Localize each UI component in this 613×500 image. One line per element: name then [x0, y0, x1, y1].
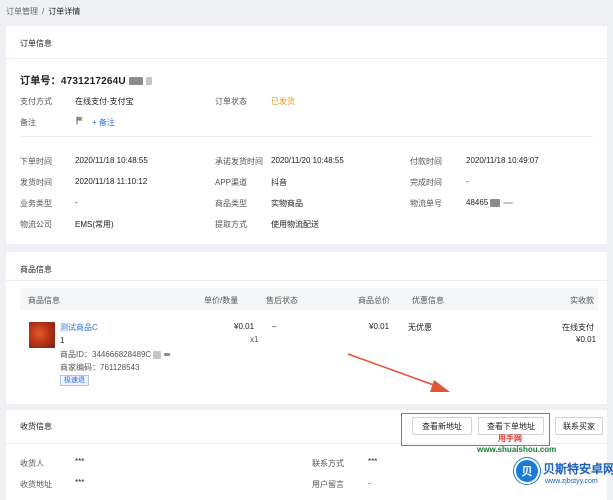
tracking-no: 48465	[466, 198, 513, 207]
product-id: 商品ID：344666828489C	[60, 349, 170, 360]
fast-refund-tag: 极速退	[60, 375, 89, 386]
watermark-url: www.shuaishou.com	[477, 445, 557, 454]
product-qty-line: 1	[60, 336, 65, 345]
product-total: ¥0.01	[369, 322, 390, 331]
payment-method-label: 支付方式	[20, 97, 52, 106]
divider	[6, 58, 607, 59]
order-info-title: 订单信息	[20, 39, 52, 48]
masked-digits	[490, 198, 501, 207]
divider	[6, 280, 607, 281]
annotation-highlight-box	[401, 413, 550, 446]
receiver-value: ***	[75, 457, 85, 466]
receive-info-title: 收货信息	[20, 422, 52, 431]
pickup-label: 提取方式	[215, 220, 247, 229]
col-after-sale: 售后状态	[266, 296, 298, 305]
goods-type-label: 商品类型	[215, 199, 247, 208]
finish-time-label: 完成时间	[410, 178, 442, 187]
order-info-card: 订单信息 订单号：4731217264U 支付方式 在线支付-支付宝 订单状态 …	[6, 26, 607, 244]
order-number-value: 4731217264U	[60, 76, 126, 87]
address-label: 收货地址	[20, 480, 52, 489]
add-remark-link[interactable]: + 备注	[92, 117, 115, 128]
order-number-label: 订单号：	[20, 76, 61, 87]
biz-type-label: 业务类型	[20, 199, 52, 208]
logistics-value: EMS(常用)	[75, 220, 114, 229]
col-total: 商品总价	[358, 296, 390, 305]
discount-info: 无优惠	[408, 323, 432, 332]
payment-method-value: 在线支付-支付宝	[75, 97, 134, 106]
flag-icon[interactable]	[76, 116, 84, 127]
site-logo-url: www.zjbstyy.com	[545, 478, 598, 485]
finish-time-value: -	[466, 177, 469, 186]
quantity: x1	[250, 335, 259, 344]
site-logo-icon: 贝	[514, 458, 540, 484]
app-channel-value: 抖音	[271, 178, 287, 187]
contact-value: ***	[368, 457, 378, 466]
order-status-label: 订单状态	[215, 97, 247, 106]
contact-label: 联系方式	[312, 459, 344, 468]
order-time-value: 2020/11/18 10:48:55	[75, 156, 148, 165]
order-number: 订单号：4731217264U	[20, 72, 152, 87]
product-info-card: 商品信息 商品信息 单价/数量 售后状态 商品总价 优惠信息 实收款 测试商品C…	[6, 252, 607, 404]
order-status-value: 已发货	[271, 97, 295, 106]
remark-label: 备注	[20, 118, 36, 127]
masked-digits	[145, 77, 152, 86]
paid-amount: ¥0.01	[576, 335, 597, 344]
goods-type-value: 实物商品	[271, 199, 303, 208]
address-value: ***	[75, 478, 85, 487]
breadcrumb-parent[interactable]: 订单管理	[6, 6, 38, 17]
masked-digits	[153, 350, 162, 359]
promise-ship-label: 承诺发货时间	[215, 157, 263, 166]
contact-buyer-button[interactable]: 联系买家	[555, 417, 603, 435]
product-table-header: 商品信息 单价/数量 售后状态 商品总价 优惠信息 实收款	[20, 288, 598, 310]
unit-price: ¥0.01	[234, 322, 255, 331]
biz-type-value: -	[75, 198, 78, 207]
masked-digits	[163, 353, 170, 357]
order-time-label: 下单时间	[20, 157, 52, 166]
promise-ship-value: 2020/11/20 10:48:55	[271, 156, 344, 165]
after-sale-status: –	[272, 322, 277, 331]
product-id-value: 商品ID：344666828489C	[60, 350, 152, 359]
ship-time-value: 2020/11/18 11:10:12	[75, 177, 148, 186]
message-value: -	[368, 479, 371, 488]
masked-digits	[502, 201, 513, 204]
watermark-text: 用手网	[498, 434, 522, 443]
pay-time-label: 付款时间	[410, 157, 442, 166]
logistics-label: 物流公司	[20, 220, 52, 229]
col-price-qty: 单价/数量	[204, 296, 239, 305]
product-thumbnail[interactable]	[29, 322, 55, 348]
product-info-title: 商品信息	[20, 265, 52, 274]
col-paid: 实收款	[570, 296, 594, 305]
merchant-code: 商家编码：761128543	[60, 363, 140, 372]
site-logo-title: 贝斯特安卓网	[543, 462, 613, 476]
pay-time-value: 2020/11/18 10:49:07	[466, 156, 539, 165]
breadcrumb-separator: /	[42, 6, 45, 16]
divider	[20, 136, 593, 137]
breadcrumb: 订单管理 / 订单详情	[6, 4, 80, 18]
product-name-link[interactable]: 测试商品C	[60, 322, 98, 333]
tracking-no-value: 48465	[466, 198, 489, 207]
masked-digits	[128, 77, 143, 86]
app-channel-label: APP渠道	[215, 178, 248, 187]
annotation-arrow	[347, 353, 450, 392]
tracking-no-label: 物流单号	[410, 199, 442, 208]
col-discount: 优惠信息	[412, 296, 444, 305]
ship-time-label: 发货时间	[20, 178, 52, 187]
paid-method: 在线支付	[562, 323, 594, 332]
message-label: 用户留言	[312, 480, 344, 489]
pickup-value: 使用物流配送	[271, 220, 319, 229]
breadcrumb-current: 订单详情	[48, 6, 81, 16]
receiver-label: 收货人	[20, 459, 44, 468]
col-product: 商品信息	[28, 296, 60, 305]
